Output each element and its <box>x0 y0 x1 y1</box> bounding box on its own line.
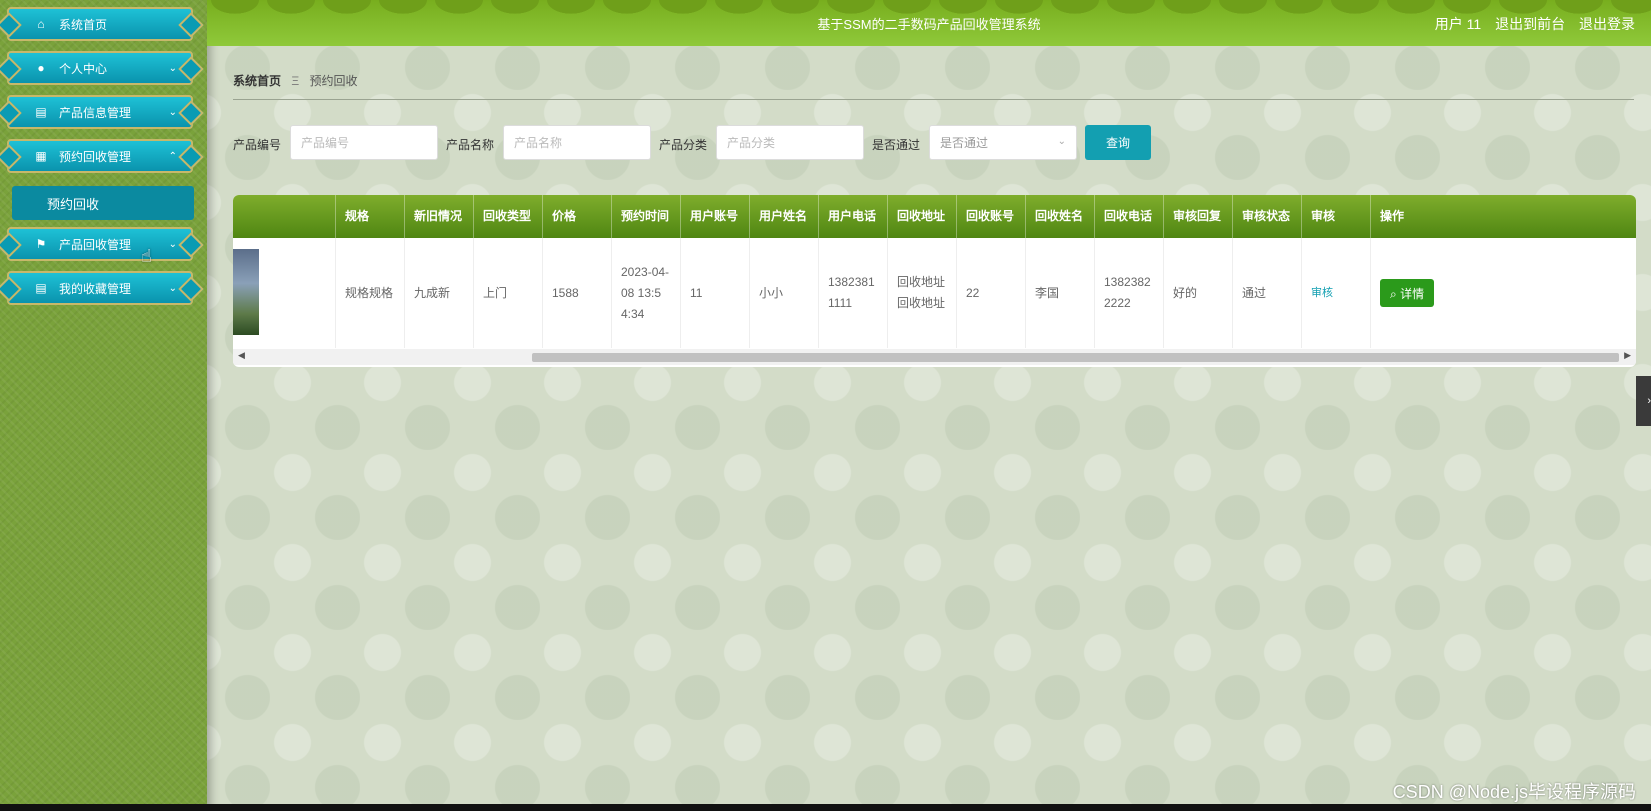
column-header: 回收姓名 <box>1026 195 1095 238</box>
clipboard-icon: ▤ <box>35 105 47 119</box>
logout-link[interactable]: 退出登录 <box>1579 16 1635 32</box>
sidebar-item-favorites[interactable]: ▤ 我的收藏管理 ⌄ <box>7 271 193 305</box>
product-category-input[interactable] <box>716 125 864 160</box>
watermark: CSDN @Node.js毕设程序源码 <box>1392 782 1636 802</box>
back-to-front-link[interactable]: 退出到前台 <box>1495 16 1565 32</box>
approved-select[interactable]: 是否通过 ⌄ <box>929 125 1077 160</box>
product-thumbnail[interactable] <box>233 249 259 335</box>
time-cell: 2023-04-08 13:54:34 <box>612 238 681 348</box>
scrollbar-thumb[interactable] <box>532 353 1619 362</box>
column-header <box>233 195 336 238</box>
column-header: 用户电话 <box>819 195 888 238</box>
condition-cell: 九成新 <box>405 238 474 348</box>
column-header: 新旧情况 <box>405 195 474 238</box>
chevron-right-icon: › <box>1647 395 1651 407</box>
recycle-name-cell: 李国 <box>1026 238 1095 348</box>
column-header: 用户账号 <box>681 195 750 238</box>
audit-cell: 审核 <box>1302 238 1371 348</box>
user-icon: ● <box>37 61 45 75</box>
divider <box>233 99 1634 100</box>
image-cell <box>233 238 336 348</box>
column-header: 规格 <box>336 195 405 238</box>
column-header: 预约时间 <box>612 195 681 238</box>
spec-cell: 规格规格 <box>336 238 405 348</box>
type-cell: 上门 <box>474 238 543 348</box>
breadcrumb: 系统首页 Ξ 预约回收 <box>233 72 358 89</box>
breadcrumb-home[interactable]: 系统首页 <box>233 74 281 88</box>
current-user: 用户 11 <box>1434 16 1482 32</box>
table-row: 规格规格 九成新 上门 1588 2023-04-08 13:54:34 11 … <box>233 238 1636 348</box>
recycle-account-cell: 22 <box>957 238 1026 348</box>
grid-icon: ▦ <box>35 149 47 163</box>
action-cell: ⌕ 详情 <box>1371 238 1636 348</box>
header-actions: 用户 11 退出到前台 退出登录 <box>1425 14 1635 34</box>
account-cell: 11 <box>681 238 750 348</box>
sidebar-item-label: 产品回收管理 <box>59 237 132 252</box>
column-header: 回收账号 <box>957 195 1026 238</box>
column-header: 价格 <box>543 195 612 238</box>
chevron-down-icon: ⌄ <box>168 62 177 74</box>
approved-label: 是否通过 <box>872 138 921 152</box>
breadcrumb-current: 预约回收 <box>309 74 358 88</box>
column-header: 回收类型 <box>474 195 543 238</box>
column-header: 用户姓名 <box>750 195 819 238</box>
sidebar-item-product-recycle[interactable]: ⚑ 产品回收管理 ⌄ <box>7 227 193 261</box>
chevron-down-icon: ⌄ <box>1057 136 1066 147</box>
sidebar-item-label: 我的收藏管理 <box>59 281 132 296</box>
sidebar-item-label: 产品信息管理 <box>59 105 132 120</box>
search-icon: ⌕ <box>1390 286 1397 301</box>
sidebar: ⌂ 系统首页 ● 个人中心 ⌄ ▤ 产品信息管理 ⌄ ▦ 预约回收管理 ⌃ 预约… <box>0 0 207 811</box>
chevron-down-icon: ⌄ <box>168 238 177 250</box>
price-cell: 1588 <box>543 238 612 348</box>
sidebar-item-label: 系统首页 <box>59 17 108 32</box>
product-name-input[interactable] <box>503 125 651 160</box>
flag-icon: ⚑ <box>35 237 47 251</box>
top-header: 基于SSM的二手数码产品回收管理系统 用户 11 退出到前台 退出登录 <box>207 0 1651 46</box>
scroll-left-icon[interactable]: ◀ <box>238 350 245 361</box>
home-icon: ⌂ <box>37 17 45 31</box>
breadcrumb-separator: Ξ <box>291 74 300 88</box>
sidebar-item-profile[interactable]: ● 个人中心 ⌄ <box>7 51 193 85</box>
status-cell: 通过 <box>1233 238 1302 348</box>
sidebar-item-label: 预约回收管理 <box>59 149 132 164</box>
sidebar-item-label: 个人中心 <box>59 61 108 76</box>
column-header: 回收地址 <box>888 195 957 238</box>
product-name-label: 产品名称 <box>446 138 495 152</box>
detail-button[interactable]: ⌕ 详情 <box>1380 279 1435 307</box>
scroll-right-icon[interactable]: ▶ <box>1624 350 1631 361</box>
phone-cell: 13823811111 <box>819 238 888 348</box>
name-cell: 小小 <box>750 238 819 348</box>
column-header: 回收电话 <box>1095 195 1164 238</box>
sidebar-subitem-reservation[interactable]: 预约回收 <box>12 186 194 220</box>
product-category-label: 产品分类 <box>659 138 708 152</box>
sidebar-item-product-info[interactable]: ▤ 产品信息管理 ⌄ <box>7 95 193 129</box>
sidebar-item-reservation[interactable]: ▦ 预约回收管理 ⌃ <box>7 139 193 173</box>
bottom-edge <box>0 804 1651 811</box>
sidebar-item-home[interactable]: ⌂ 系统首页 <box>7 7 193 41</box>
side-panel-toggle[interactable]: › <box>1636 376 1651 426</box>
chevron-up-icon: ⌃ <box>168 150 177 162</box>
data-table: 规格 新旧情况 回收类型 价格 预约时间 用户账号 用户姓名 用户电话 回收地址… <box>233 195 1636 367</box>
clipboard-icon: ▤ <box>35 281 47 295</box>
address-cell: 回收地址回收地址 <box>888 238 957 348</box>
chevron-down-icon: ⌄ <box>168 106 177 118</box>
search-button[interactable]: 查询 <box>1085 125 1151 160</box>
table-header: 规格 新旧情况 回收类型 价格 预约时间 用户账号 用户姓名 用户电话 回收地址… <box>233 195 1636 238</box>
approved-select-value: 是否通过 <box>940 136 989 150</box>
column-header: 审核回复 <box>1164 195 1233 238</box>
audit-link[interactable]: 审核 <box>1311 283 1333 304</box>
product-no-label: 产品编号 <box>233 138 282 152</box>
column-header: 操作 <box>1380 209 1405 223</box>
detail-button-label: 详情 <box>1400 286 1425 301</box>
hand-cursor-icon: ☝ <box>141 246 152 266</box>
column-header: 审核状态 <box>1233 195 1302 238</box>
product-no-input[interactable] <box>290 125 438 160</box>
horizontal-scrollbar[interactable]: ◀ ▶ <box>233 349 1636 365</box>
recycle-phone-cell: 13823822222 <box>1095 238 1164 348</box>
reply-cell: 好的 <box>1164 238 1233 348</box>
chevron-down-icon: ⌄ <box>168 282 177 294</box>
column-header: 审核 <box>1302 195 1371 238</box>
